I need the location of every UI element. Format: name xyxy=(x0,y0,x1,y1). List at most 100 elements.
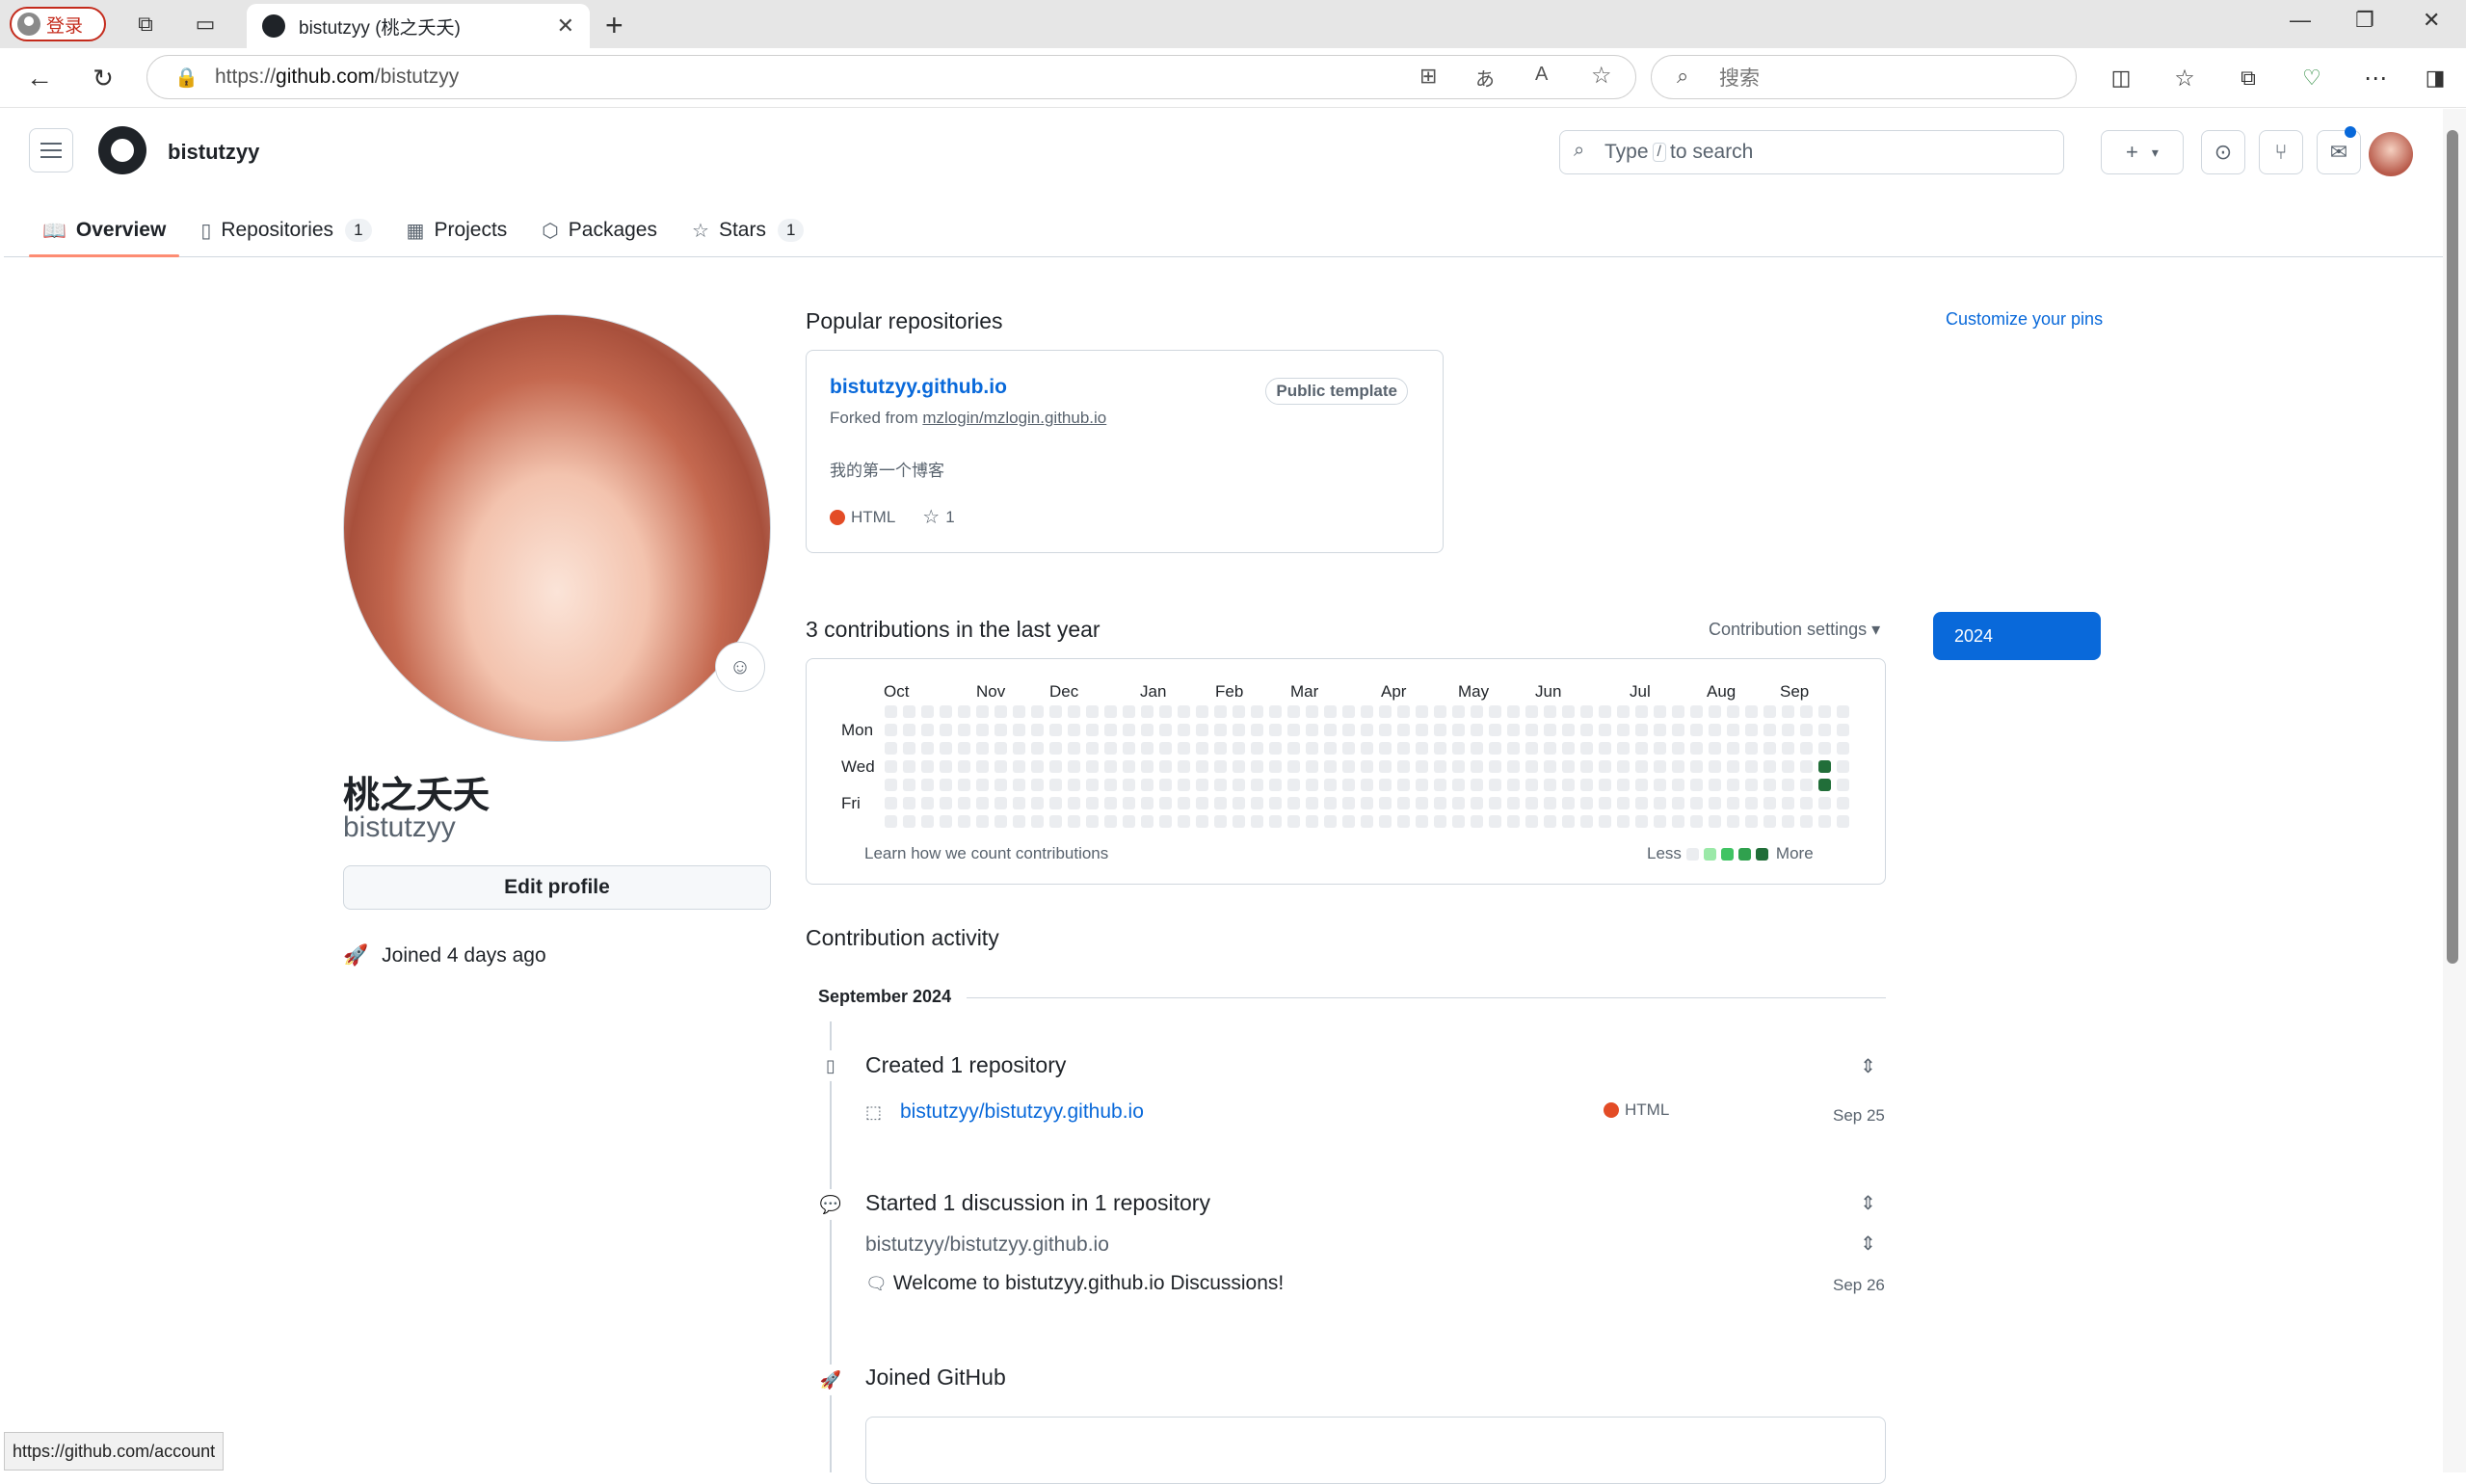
contribution-day-cell[interactable] xyxy=(885,760,897,773)
contribution-day-cell[interactable] xyxy=(1507,724,1520,736)
pull-requests-button[interactable]: ⑂ xyxy=(2259,130,2303,174)
tab-close-icon[interactable]: ✕ xyxy=(557,13,574,39)
translate-icon[interactable]: あ xyxy=(1475,64,1495,92)
contribution-day-cell[interactable] xyxy=(1800,815,1813,828)
contribution-day-cell[interactable] xyxy=(921,760,934,773)
contribution-day-cell[interactable] xyxy=(1434,742,1446,755)
contribution-day-cell[interactable] xyxy=(1745,705,1758,718)
contribution-day-cell[interactable] xyxy=(1214,724,1227,736)
contribution-day-cell[interactable] xyxy=(921,724,934,736)
contribution-day-cell[interactable] xyxy=(1690,705,1703,718)
contribution-day-cell[interactable] xyxy=(1471,705,1483,718)
contribution-day-cell[interactable] xyxy=(1397,724,1410,736)
contribution-day-cell[interactable] xyxy=(1525,760,1538,773)
contribution-day-cell[interactable] xyxy=(1489,724,1501,736)
contribution-day-cell[interactable] xyxy=(1727,705,1739,718)
contribution-day-cell[interactable] xyxy=(1196,797,1208,809)
contribution-day-cell[interactable] xyxy=(1104,797,1117,809)
contribution-day-cell[interactable] xyxy=(1782,742,1794,755)
contribution-day-cell[interactable] xyxy=(1489,797,1501,809)
contribution-day-cell[interactable] xyxy=(958,779,970,791)
contribution-day-cell[interactable] xyxy=(885,815,897,828)
contribution-day-cell[interactable] xyxy=(903,779,915,791)
contribution-day-cell[interactable] xyxy=(885,705,897,718)
contribution-day-cell[interactable] xyxy=(1251,724,1263,736)
contribution-day-cell[interactable] xyxy=(1287,760,1300,773)
contribution-day-cell[interactable] xyxy=(1580,797,1593,809)
contribution-day-cell[interactable] xyxy=(1178,724,1190,736)
contribution-day-cell[interactable] xyxy=(1379,779,1392,791)
contribution-day-cell[interactable] xyxy=(1361,797,1373,809)
contribution-day-cell[interactable] xyxy=(1068,724,1080,736)
contribution-day-cell[interactable] xyxy=(1306,779,1318,791)
contribution-day-cell[interactable] xyxy=(903,815,915,828)
contribution-day-cell[interactable] xyxy=(1654,705,1666,718)
contribution-day-cell[interactable] xyxy=(1782,797,1794,809)
contribution-day-cell[interactable] xyxy=(958,815,970,828)
contribution-day-cell[interactable] xyxy=(1763,779,1776,791)
favorites-icon[interactable]: ☆ xyxy=(2168,62,2201,94)
contribution-day-cell[interactable] xyxy=(1745,760,1758,773)
contribution-day-cell[interactable] xyxy=(1379,815,1392,828)
tab-packages[interactable]: ⬡ Packages xyxy=(528,203,671,257)
contribution-day-cell[interactable] xyxy=(1178,779,1190,791)
contribution-day-cell[interactable] xyxy=(1233,815,1245,828)
contribution-day-cell[interactable] xyxy=(1489,742,1501,755)
contribution-day-cell[interactable] xyxy=(1086,815,1099,828)
contribution-day-cell[interactable] xyxy=(940,815,952,828)
contribution-day-cell[interactable] xyxy=(1763,797,1776,809)
workspaces-icon[interactable]: ⧉ xyxy=(131,10,160,39)
contribution-day-cell[interactable] xyxy=(1690,760,1703,773)
contribution-day-cell[interactable] xyxy=(1452,705,1465,718)
year-2024-button[interactable]: 2024 xyxy=(1933,612,2101,660)
contribution-day-cell[interactable] xyxy=(1654,760,1666,773)
contribution-day-cell[interactable] xyxy=(1214,742,1227,755)
contribution-day-cell[interactable] xyxy=(1782,815,1794,828)
contribution-day-cell[interactable] xyxy=(1745,742,1758,755)
contribution-day-cell[interactable] xyxy=(1837,760,1849,773)
contribution-day-cell[interactable] xyxy=(1123,815,1135,828)
contribution-day-cell[interactable] xyxy=(1837,797,1849,809)
contribution-day-cell[interactable] xyxy=(1544,724,1556,736)
fold-icon[interactable]: ⇕ xyxy=(1860,1054,1876,1078)
contribution-day-cell[interactable] xyxy=(1489,760,1501,773)
contribution-day-cell[interactable] xyxy=(1452,724,1465,736)
contribution-day-cell[interactable] xyxy=(1672,797,1684,809)
contribution-day-cell[interactable] xyxy=(1141,742,1153,755)
browser-tab[interactable]: bistutzyy (桃之夭夭) ✕ xyxy=(247,4,590,48)
contribution-day-cell[interactable] xyxy=(1049,815,1062,828)
contribution-day-cell[interactable] xyxy=(1727,797,1739,809)
contribution-day-cell[interactable] xyxy=(1617,815,1630,828)
contribution-day-cell[interactable] xyxy=(1013,779,1025,791)
contribution-day-cell[interactable] xyxy=(1049,742,1062,755)
contribution-day-cell[interactable] xyxy=(1068,705,1080,718)
contribution-day-cell[interactable] xyxy=(1782,705,1794,718)
contribution-day-cell[interactable] xyxy=(1562,797,1575,809)
contribution-day-cell[interactable] xyxy=(1416,760,1428,773)
contribution-day-cell[interactable] xyxy=(1580,760,1593,773)
contribution-day-cell[interactable] xyxy=(1599,779,1611,791)
contribution-day-cell[interactable] xyxy=(1782,760,1794,773)
contribution-day-cell[interactable] xyxy=(958,797,970,809)
contribution-day-cell[interactable] xyxy=(1489,705,1501,718)
contribution-day-cell[interactable] xyxy=(1525,742,1538,755)
contribution-day-cell[interactable] xyxy=(1562,742,1575,755)
discussion-item[interactable]: 🗨 Welcome to bistutzyy.github.io Discuss… xyxy=(865,1272,1284,1295)
contribution-day-cell[interactable] xyxy=(1763,724,1776,736)
minimize-icon[interactable]: — xyxy=(2290,8,2311,33)
contribution-day-cell[interactable] xyxy=(1471,815,1483,828)
contribution-day-cell[interactable] xyxy=(885,797,897,809)
contribution-day-cell[interactable] xyxy=(1306,760,1318,773)
contribution-day-cell[interactable] xyxy=(1233,760,1245,773)
contribution-day-cell[interactable] xyxy=(1452,760,1465,773)
user-avatar[interactable] xyxy=(2369,132,2413,176)
contribution-day-cell[interactable] xyxy=(1690,724,1703,736)
contribution-day-cell[interactable] xyxy=(1178,705,1190,718)
contribution-day-cell[interactable] xyxy=(1379,797,1392,809)
fold-icon[interactable]: ⇕ xyxy=(1860,1191,1876,1215)
contribution-day-cell[interactable] xyxy=(1452,815,1465,828)
contribution-day-cell[interactable] xyxy=(1635,760,1648,773)
contribution-day-cell[interactable] xyxy=(1397,815,1410,828)
contribution-day-cell[interactable] xyxy=(1306,724,1318,736)
contribution-day-cell[interactable] xyxy=(1123,742,1135,755)
